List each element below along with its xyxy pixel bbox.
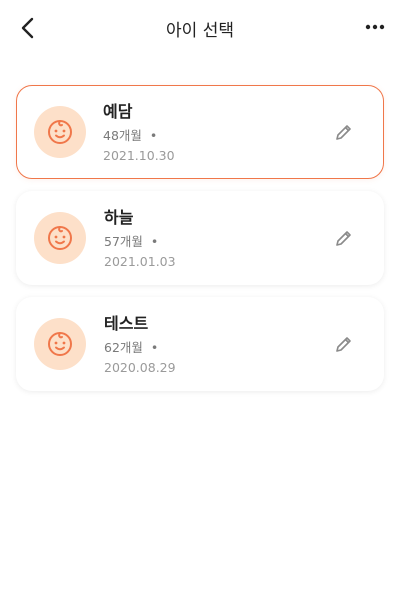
child-card[interactable]: 하늘 57개월 • 2021.01.03 [16, 191, 384, 285]
edit-button[interactable] [332, 120, 356, 144]
avatar [34, 318, 86, 370]
child-age-row: 62개월 • [104, 340, 176, 356]
child-birthdate: 2020.08.29 [104, 360, 176, 375]
child-info: 하늘 57개월 • 2021.01.03 [104, 208, 176, 270]
child-birthdate: 2021.10.30 [103, 148, 175, 163]
header: 아이 선택 [0, 0, 400, 56]
more-options-button[interactable] [362, 16, 388, 38]
avatar [34, 106, 86, 158]
child-card[interactable]: 테스트 62개월 • 2020.08.29 [16, 297, 384, 391]
child-name: 하늘 [104, 208, 134, 227]
separator-dot: • [150, 340, 159, 355]
baby-face-icon [48, 120, 72, 144]
pencil-icon [336, 125, 351, 140]
baby-face-icon [48, 332, 72, 356]
child-age-row: 48개월 • [103, 128, 175, 144]
pencil-icon [336, 231, 351, 246]
child-info: 예담 48개월 • 2021.10.30 [103, 102, 175, 164]
edit-button[interactable] [332, 332, 356, 356]
child-name: 예담 [103, 102, 133, 121]
child-age: 57개월 [104, 234, 143, 249]
baby-face-icon [48, 226, 72, 250]
separator-dot: • [150, 234, 159, 249]
pencil-icon [336, 337, 351, 352]
child-birthdate: 2021.01.03 [104, 254, 176, 269]
child-card[interactable]: 예담 48개월 • 2021.10.30 [16, 85, 384, 179]
child-info: 테스트 62개월 • 2020.08.29 [104, 314, 176, 376]
child-age: 62개월 [104, 340, 143, 355]
separator-dot: • [149, 128, 158, 143]
more-horizontal-icon [365, 24, 385, 30]
page-title: 아이 선택 [166, 21, 234, 41]
child-age-row: 57개월 • [104, 234, 176, 250]
child-age: 48개월 [103, 128, 142, 143]
child-name: 테스트 [104, 314, 149, 333]
child-list: 예담 48개월 • 2021.10.30 하늘 57개월 • 2021.01.03 [16, 85, 384, 403]
edit-button[interactable] [332, 226, 356, 250]
avatar [34, 212, 86, 264]
